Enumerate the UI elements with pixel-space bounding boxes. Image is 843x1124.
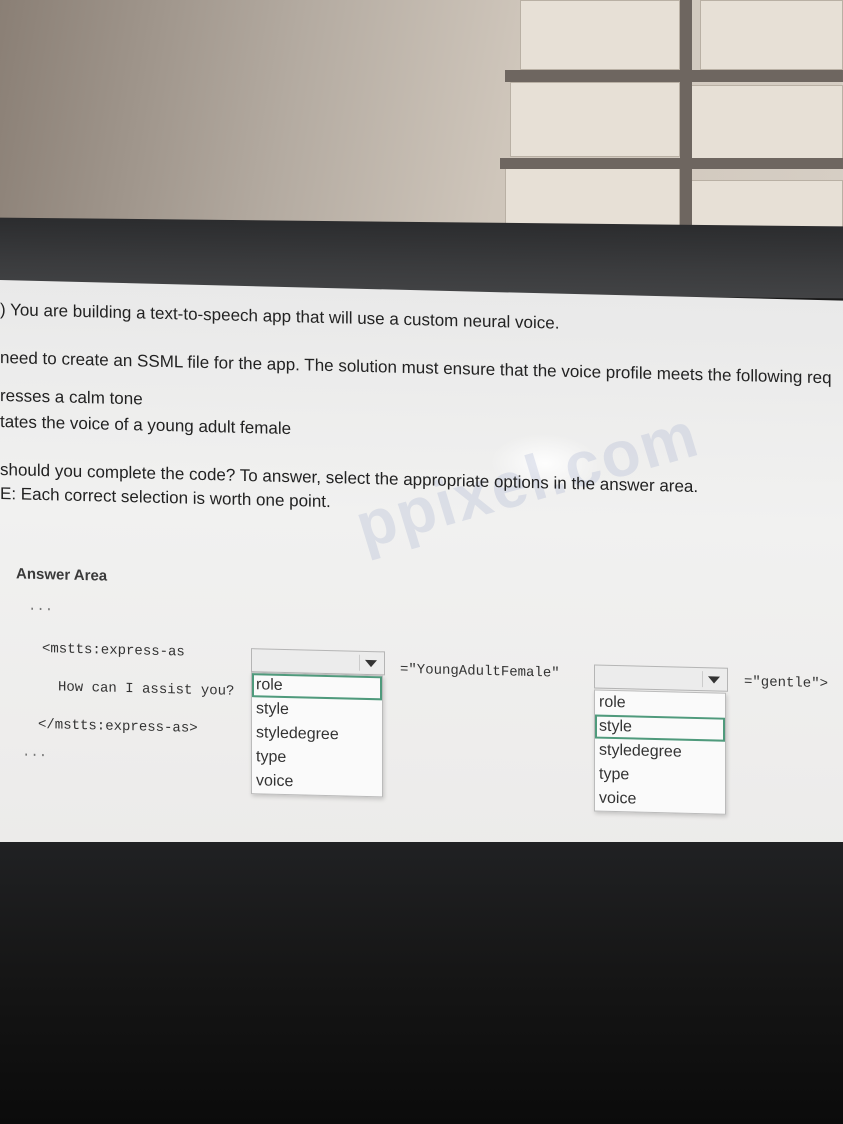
dropdown-1-option-type[interactable]: type	[252, 745, 382, 772]
dropdown-1-option-role[interactable]: role	[252, 673, 382, 701]
window-blind	[700, 0, 843, 70]
window-blind	[690, 180, 843, 230]
open-tag: <mstts:express-as	[42, 641, 185, 661]
dropdown-1-option-voice[interactable]: voice	[252, 769, 382, 796]
dropdown-1-option-styledegree[interactable]: styledegree	[252, 721, 382, 748]
monitor-screen: ppixel.com ) You are building a text-to-…	[0, 280, 843, 867]
value-young-adult-female: ="YoungAdultFemale"	[400, 661, 560, 682]
monitor-bezel-bottom	[0, 842, 843, 1124]
dropdown-2-option-type[interactable]: type	[595, 763, 725, 790]
blind-bar	[680, 0, 692, 236]
dropdown-2-option-voice[interactable]: voice	[595, 787, 725, 814]
question-line-2: need to create an SSML file for the app.…	[0, 348, 832, 388]
question-scoring: E: Each correct selection is worth one p…	[0, 484, 331, 512]
wall-background	[0, 0, 843, 236]
window-blind	[520, 0, 680, 70]
window-blind	[690, 85, 843, 165]
chevron-down-icon[interactable]	[702, 671, 723, 688]
dropdown-1-option-style[interactable]: style	[252, 697, 382, 724]
dropdown-2-option-style[interactable]: style	[595, 714, 725, 742]
ellipsis-top: ...	[28, 598, 54, 616]
attribute-dropdown-2[interactable]	[594, 664, 728, 692]
question-line-1: ) You are building a text-to-speech app …	[0, 300, 560, 333]
dropdown-2-options: role style styledegree type voice	[594, 689, 726, 815]
dropdown-2-option-role[interactable]: role	[595, 691, 725, 718]
requirement-2: tates the voice of a young adult female	[0, 412, 292, 439]
close-tag: </mstts:express-as>	[38, 716, 198, 737]
requirement-1: resses a calm tone	[0, 386, 143, 409]
value-gentle: ="gentle">	[744, 674, 829, 693]
dropdown-1-options: role style styledegree type voice	[251, 672, 383, 798]
answer-area-title: Answer Area	[16, 565, 108, 585]
chevron-down-icon[interactable]	[359, 654, 380, 672]
ellipsis-bottom: ...	[22, 744, 48, 762]
window-blind	[505, 168, 680, 228]
body-text: How can I assist you?	[58, 679, 235, 700]
attribute-dropdown-1[interactable]	[251, 648, 385, 676]
dropdown-2-option-styledegree[interactable]: styledegree	[595, 739, 725, 766]
window-blind	[510, 82, 680, 157]
blind-bar	[505, 70, 843, 82]
blind-bar	[500, 158, 843, 169]
